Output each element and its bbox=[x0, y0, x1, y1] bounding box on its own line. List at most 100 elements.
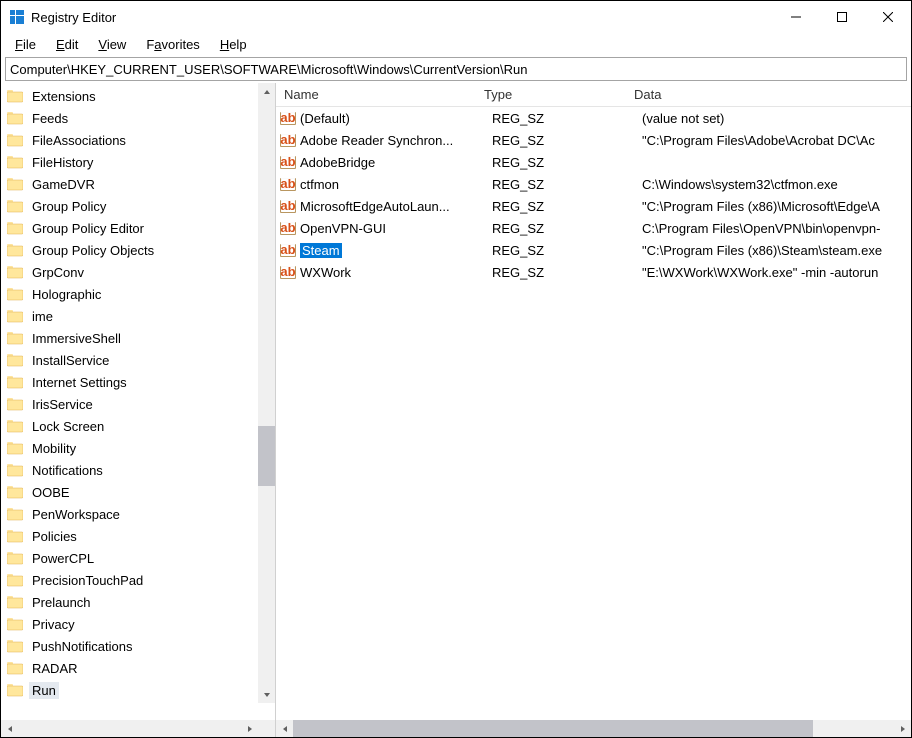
value-name: WXWork bbox=[300, 265, 492, 280]
tree-item[interactable]: Mobility bbox=[1, 437, 275, 459]
address-bar[interactable]: Computer\HKEY_CURRENT_USER\SOFTWARE\Micr… bbox=[5, 57, 907, 81]
scroll-down-icon[interactable] bbox=[258, 686, 275, 703]
tree-item[interactable]: Lock Screen bbox=[1, 415, 275, 437]
value-data: C:\Program Files\OpenVPN\bin\openvpn- bbox=[642, 221, 911, 236]
tree-item[interactable]: IrisService bbox=[1, 393, 275, 415]
tree-item[interactable]: GameDVR bbox=[1, 173, 275, 195]
app-icon bbox=[9, 9, 25, 25]
list-row[interactable]: abSteamREG_SZ"C:\Program Files (x86)\Ste… bbox=[276, 239, 911, 261]
list-row[interactable]: abctfmonREG_SZC:\Windows\system32\ctfmon… bbox=[276, 173, 911, 195]
tree-item[interactable]: Extensions bbox=[1, 85, 275, 107]
tree-item-label: GrpConv bbox=[29, 264, 87, 281]
tree-item-label: Prelaunch bbox=[29, 594, 94, 611]
value-data: "C:\Program Files (x86)\Steam\steam.exe bbox=[642, 243, 911, 258]
value-data: (value not set) bbox=[642, 111, 911, 126]
column-header-type[interactable]: Type bbox=[476, 83, 626, 106]
column-header-name[interactable]: Name bbox=[276, 83, 476, 106]
tree-item[interactable]: Feeds bbox=[1, 107, 275, 129]
menu-favorites[interactable]: Favorites bbox=[138, 35, 207, 54]
column-header-data[interactable]: Data bbox=[626, 83, 911, 106]
list-row[interactable]: abOpenVPN-GUIREG_SZC:\Program Files\Open… bbox=[276, 217, 911, 239]
tree-item-label: Group Policy Editor bbox=[29, 220, 147, 237]
tree-item[interactable]: Group Policy Objects bbox=[1, 239, 275, 261]
value-data: "C:\Program Files\Adobe\Acrobat DC\Ac bbox=[642, 133, 911, 148]
tree-item-label: Mobility bbox=[29, 440, 79, 457]
value-name: AdobeBridge bbox=[300, 155, 492, 170]
tree-item-label: OOBE bbox=[29, 484, 73, 501]
tree-item[interactable]: Group Policy Editor bbox=[1, 217, 275, 239]
tree-item-label: Run bbox=[29, 682, 59, 699]
menubar: File Edit View Favorites Help bbox=[1, 33, 911, 55]
scroll-thumb[interactable] bbox=[258, 426, 275, 486]
value-type: REG_SZ bbox=[492, 177, 642, 192]
maximize-button[interactable] bbox=[819, 1, 865, 33]
scroll-corner bbox=[258, 720, 275, 737]
tree-item-label: PowerCPL bbox=[29, 550, 97, 567]
content: Extensions Feeds FileAssociations FileHisto… bbox=[1, 83, 911, 737]
tree-item[interactable]: OOBE bbox=[1, 481, 275, 503]
tree-item-label: PushNotifications bbox=[29, 638, 135, 655]
tree-item-label: Internet Settings bbox=[29, 374, 130, 391]
tree-item[interactable]: Prelaunch bbox=[1, 591, 275, 613]
tree-item-label: Lock Screen bbox=[29, 418, 107, 435]
menu-view[interactable]: View bbox=[90, 35, 134, 54]
tree-item[interactable]: Group Policy bbox=[1, 195, 275, 217]
tree-item[interactable]: PowerCPL bbox=[1, 547, 275, 569]
tree-item[interactable]: PenWorkspace bbox=[1, 503, 275, 525]
scroll-right-icon[interactable] bbox=[241, 720, 258, 737]
tree-item[interactable]: FileAssociations bbox=[1, 129, 275, 151]
minimize-button[interactable] bbox=[773, 1, 819, 33]
scroll-right-icon[interactable] bbox=[894, 720, 911, 737]
scroll-thumb[interactable] bbox=[293, 720, 813, 737]
tree-item[interactable]: PushNotifications bbox=[1, 635, 275, 657]
tree-item-label: Group Policy Objects bbox=[29, 242, 157, 259]
list-row[interactable]: ab(Default)REG_SZ(value not set) bbox=[276, 107, 911, 129]
value-name: Adobe Reader Synchron... bbox=[300, 133, 492, 148]
close-button[interactable] bbox=[865, 1, 911, 33]
tree-item[interactable]: Policies bbox=[1, 525, 275, 547]
value-type: REG_SZ bbox=[492, 155, 642, 170]
menu-file[interactable]: File bbox=[7, 35, 44, 54]
menu-help[interactable]: Help bbox=[212, 35, 255, 54]
value-type: REG_SZ bbox=[492, 265, 642, 280]
tree-item[interactable]: InstallService bbox=[1, 349, 275, 371]
tree-item[interactable]: ImmersiveShell bbox=[1, 327, 275, 349]
scroll-up-icon[interactable] bbox=[258, 83, 275, 100]
scroll-left-icon[interactable] bbox=[276, 720, 293, 737]
tree-item[interactable]: Privacy bbox=[1, 613, 275, 635]
tree-vertical-scrollbar[interactable] bbox=[258, 83, 275, 703]
tree-item-label: GameDVR bbox=[29, 176, 98, 193]
tree-item[interactable]: ime bbox=[1, 305, 275, 327]
tree-item-label: Extensions bbox=[29, 88, 99, 105]
tree-item[interactable]: GrpConv bbox=[1, 261, 275, 283]
list-row[interactable]: abWXWorkREG_SZ"E:\WXWork\WXWork.exe" -mi… bbox=[276, 261, 911, 283]
tree-item-label: Privacy bbox=[29, 616, 78, 633]
tree-item-label: FileAssociations bbox=[29, 132, 129, 149]
value-name: (Default) bbox=[300, 111, 492, 126]
tree-item[interactable]: FileHistory bbox=[1, 151, 275, 173]
value-type: REG_SZ bbox=[492, 243, 642, 258]
value-name: ctfmon bbox=[300, 177, 492, 192]
tree-item-label: RADAR bbox=[29, 660, 81, 677]
list-pane: Name Type Data ab(Default)REG_SZ(value n… bbox=[276, 83, 911, 737]
menu-edit[interactable]: Edit bbox=[48, 35, 86, 54]
tree-item[interactable]: Run bbox=[1, 679, 275, 701]
tree-item-label: IrisService bbox=[29, 396, 96, 413]
list-header: Name Type Data bbox=[276, 83, 911, 107]
tree-item[interactable]: Internet Settings bbox=[1, 371, 275, 393]
tree-item[interactable]: RADAR bbox=[1, 657, 275, 679]
list-horizontal-scrollbar[interactable] bbox=[276, 720, 911, 737]
tree-item[interactable]: PrecisionTouchPad bbox=[1, 569, 275, 591]
value-data: "E:\WXWork\WXWork.exe" -min -autorun bbox=[642, 265, 911, 280]
scroll-left-icon[interactable] bbox=[1, 720, 18, 737]
list-row[interactable]: abMicrosoftEdgeAutoLaun...REG_SZ"C:\Prog… bbox=[276, 195, 911, 217]
tree-item-label: Holographic bbox=[29, 286, 104, 303]
tree-item[interactable]: Holographic bbox=[1, 283, 275, 305]
tree-pane: Extensions Feeds FileAssociations FileHisto… bbox=[1, 83, 276, 737]
list-row[interactable]: abAdobeBridgeREG_SZ bbox=[276, 151, 911, 173]
list-row[interactable]: abAdobe Reader Synchron...REG_SZ"C:\Prog… bbox=[276, 129, 911, 151]
tree-item-label: FileHistory bbox=[29, 154, 96, 171]
tree-item-label: ImmersiveShell bbox=[29, 330, 124, 347]
tree-item[interactable]: Notifications bbox=[1, 459, 275, 481]
tree-horizontal-scrollbar[interactable] bbox=[1, 720, 275, 737]
